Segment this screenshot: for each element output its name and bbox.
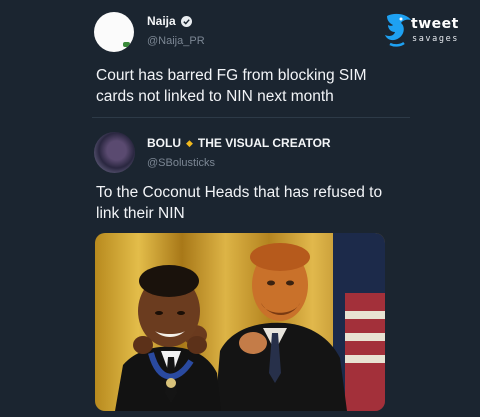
author-name[interactable]: Naija — [147, 14, 176, 28]
diamond-icon: ◆ — [186, 137, 193, 148]
author-handle[interactable]: @SBolusticks — [147, 157, 215, 169]
tweet-media-image[interactable] — [95, 233, 385, 411]
author-name[interactable]: BOLU — [147, 136, 181, 150]
medal-ceremony-image — [95, 233, 385, 411]
tweet-text: To the Coconut Heads that has refused to… — [96, 184, 383, 222]
screenshot-page: tweet savages Naija @Naija_PR Court has … — [0, 0, 480, 417]
tweet-bolu[interactable]: BOLU ◆ THE VISUAL CREATOR @SBolusticks T… — [0, 118, 480, 417]
avatar[interactable] — [94, 132, 135, 173]
verified-badge-icon — [180, 15, 192, 27]
avatar[interactable] — [94, 12, 134, 52]
author-name-line: BOLU ◆ THE VISUAL CREATOR — [147, 136, 331, 150]
author-handle[interactable]: @Naija_PR — [147, 35, 205, 47]
tweet-naija[interactable]: Naija @Naija_PR Court has barred FG from… — [0, 0, 480, 118]
author-name-suffix: THE VISUAL CREATOR — [197, 136, 331, 150]
tweet-text: Court has barred FG from blocking SIM ca… — [96, 67, 367, 105]
author-name-line: Naija — [147, 14, 192, 28]
